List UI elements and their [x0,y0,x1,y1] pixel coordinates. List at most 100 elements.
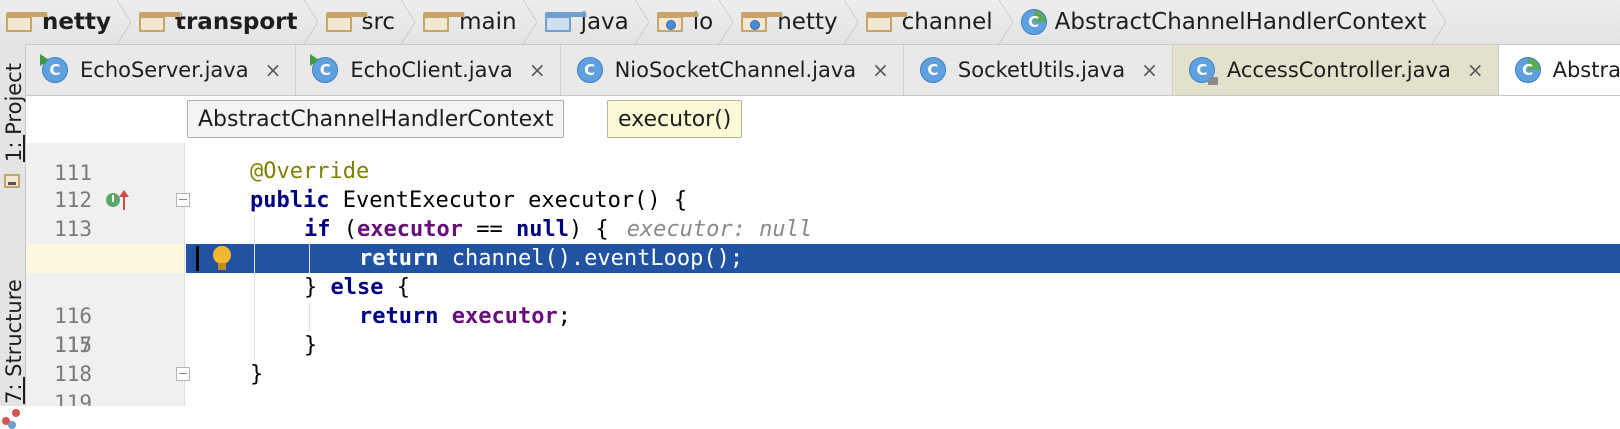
code-text: @Override [250,157,369,186]
code-text: return executor; [359,302,571,331]
keyword: public [250,188,330,213]
left-tool-strip: 1: Project 7: Structure [0,44,26,429]
breadcrumb-channel[interactable]: channel [860,0,1015,44]
breadcrumb-label: AbstractChannelHandlerContext [1054,9,1427,35]
breadcrumb-java[interactable]: java [539,0,651,44]
package-icon [865,12,908,32]
code-line: 117 return executor; [26,302,1620,357]
tab-label: EchoServer.java [80,58,249,82]
module-folder-icon [138,12,181,32]
code-text: } [250,362,264,387]
close-icon[interactable]: × [1467,60,1484,80]
breadcrumb-src[interactable]: src [320,0,418,44]
tab-niosocketchannel[interactable]: C NioSocketChannel.java × [561,45,904,95]
code-line: 114 if (executor == null) {executor: nul… [26,215,1620,270]
indent-guide [254,331,255,360]
breadcrumb-abstract-channel-handler-context[interactable]: C AbstractChannelHandlerContext [1015,0,1449,44]
breadcrumb-main[interactable]: main [417,0,538,44]
code-line: 116 } else { [26,273,1620,328]
code-breadcrumb: AbstractChannelHandlerContext executor() [26,96,1620,143]
package-icon [741,12,784,32]
code-fragment: == [462,217,516,242]
breadcrumb-netty-module[interactable]: netty [0,0,133,44]
code-breadcrumb-method[interactable]: executor() [607,100,743,138]
folder-icon [423,12,466,32]
up-arrow-icon[interactable] [119,190,129,210]
close-icon[interactable]: × [265,60,282,80]
tab-echoserver[interactable]: C EchoServer.java × [26,45,297,95]
code-editor[interactable]: 111 112 @Override 113 I public EventExec… [26,143,1620,406]
lightbulb-icon[interactable] [212,246,232,272]
code-fragment: channel().eventLoop(); [438,246,744,271]
indent-guide [309,244,310,273]
breadcrumb-io[interactable]: io [651,0,735,44]
code-line: 118 } [26,331,1620,386]
tab-label: EchoClient.java [350,58,513,82]
breadcrumb-label: netty [777,9,838,35]
tab-label: AccessController.java [1226,58,1451,82]
abstract-class-icon: C [1020,9,1047,35]
keyword: return [359,246,439,271]
breadcrumb-netty-package[interactable]: netty [735,0,859,44]
tab-accesscontroller[interactable]: C AccessController.java × [1172,45,1499,95]
code-line-current: 115 return channel().eventLoop(); [26,244,1620,357]
abstract-class-icon: C [1514,57,1541,83]
close-icon[interactable]: × [872,60,889,80]
code-text: } else { [304,273,410,302]
project-tool-prefix: 1: [2,134,26,162]
tab-label: Abstra [1552,58,1620,82]
package-icon [656,12,699,32]
field-reference: executor [451,304,558,329]
structure-tool-button[interactable]: 7: Structure [2,279,26,404]
breadcrumb-label: transport [174,9,298,35]
keyword: return [359,304,439,329]
module-folder-icon [6,12,48,32]
tab-abstractchannelhandlercontext[interactable]: C Abstra [1498,45,1620,95]
code-text: if (executor == null) {executor: null [304,215,812,244]
code-text: return channel().eventLoop(); [359,244,743,273]
code-breadcrumb-class[interactable]: AbstractChannelHandlerContext [187,100,565,138]
breadcrumb-transport-module[interactable]: transport [133,0,320,44]
implements-method-icon[interactable]: I [106,193,120,207]
line-number: 119 [54,391,92,406]
keyword: if [304,217,331,242]
project-tool-button[interactable]: 1: Project [2,63,26,162]
code-fragment: ) { [568,217,609,242]
keyword: null [515,217,569,242]
fold-icon[interactable] [176,193,190,207]
close-icon[interactable]: × [1141,60,1158,80]
debugger-inline-value: executor: null [626,217,813,242]
runnable-class-icon: C [40,54,68,83]
code-line: 119 } [26,360,1620,406]
source-root-folder-icon [544,12,587,32]
indent-guide [254,244,255,273]
tab-label: SocketUtils.java [957,58,1126,82]
structure-tool-icon [2,409,22,429]
indent-guide [254,302,255,331]
breadcrumb-label: java [580,9,629,35]
text-caret [196,246,199,271]
runnable-class-icon: C [310,54,339,83]
tab-label: NioSocketChannel.java [614,58,857,82]
code-line: 113 I public EventExecutor executor() { [26,186,1620,241]
code-text: public EventExecutor executor() { [250,186,687,215]
code-fragment: ; [557,304,571,329]
code-line: 112 @Override [26,157,1620,212]
code-fragment: EventExecutor executor() { [329,188,688,213]
indent-guide [309,302,310,331]
editor-tab-bar: C EchoServer.java × C EchoClient.java × … [26,45,1620,96]
breadcrumb-label: netty [42,9,111,35]
tab-socketutils[interactable]: C SocketUtils.java × [904,45,1173,95]
fold-icon[interactable] [176,367,190,381]
project-tool-label: Project [2,63,26,135]
tab-echoclient[interactable]: C EchoClient.java × [296,45,561,95]
close-icon[interactable]: × [529,60,546,80]
navigation-bar: netty transport src main java io netty c… [0,0,1620,45]
keyword: else [330,275,384,300]
indent-guide [254,215,255,244]
code-fragment: } [304,275,331,300]
code-text: } [304,333,318,358]
class-icon: C [576,57,603,83]
field-reference: executor [357,217,463,242]
breadcrumb-label: main [459,9,517,35]
